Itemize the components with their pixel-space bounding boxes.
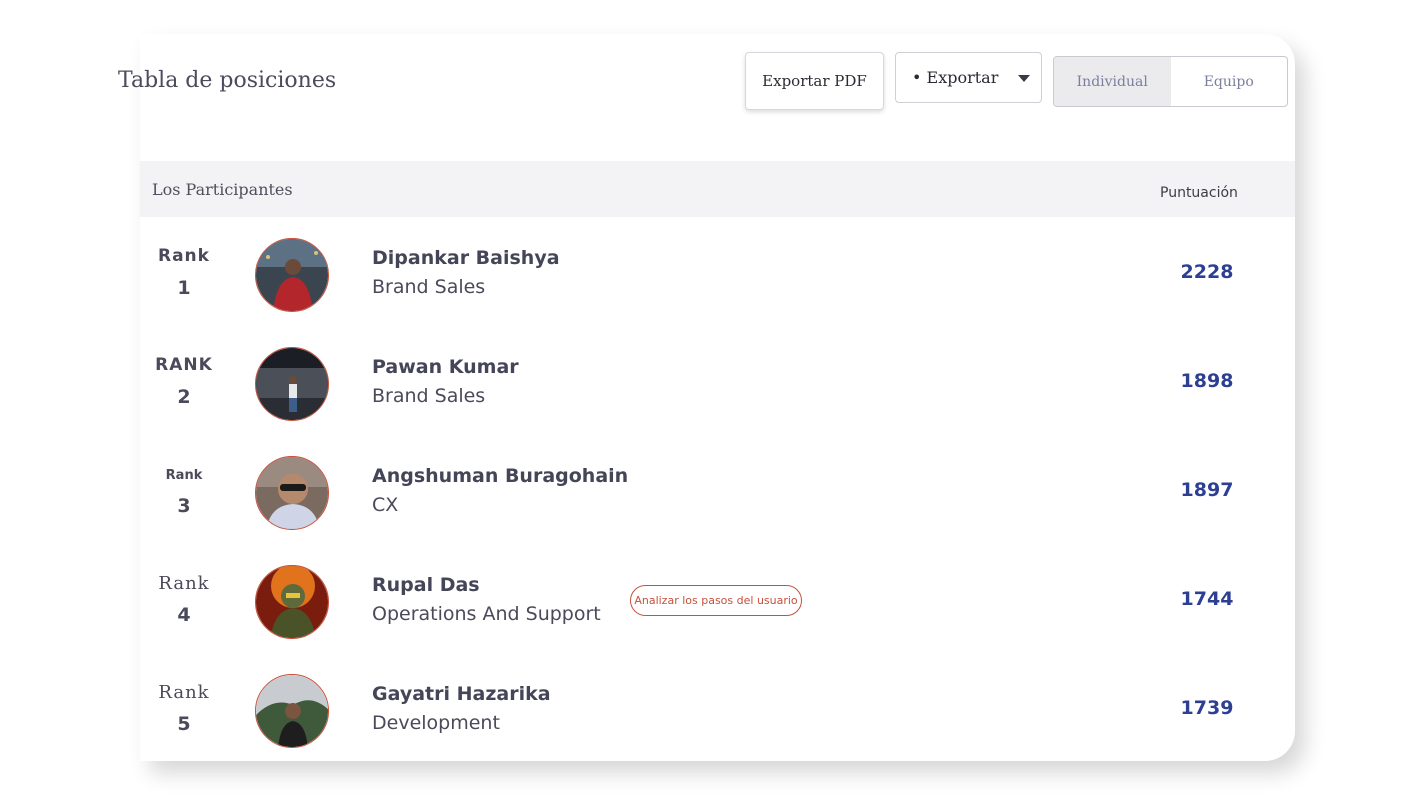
participant-name: Gayatri Hazarika (372, 683, 551, 705)
rank-label: Rank (158, 246, 210, 266)
page-title: Tabla de posiciones (118, 68, 337, 93)
participant-department: Development (372, 712, 500, 734)
participant-department: CX (372, 494, 399, 516)
rank-label: Rank (158, 573, 210, 594)
participant-name: Pawan Kumar (372, 356, 519, 378)
participant-department: Operations And Support (372, 603, 601, 625)
participant-name: Angshuman Buragohain (372, 465, 629, 487)
rank-label: Rank (158, 682, 210, 703)
table-row[interactable]: Rank 4 Rupal Das Operations And Support … (140, 545, 1295, 654)
rank-label: RANK (155, 355, 213, 375)
rank-number: 5 (177, 713, 191, 735)
rank-number: 2 (177, 386, 191, 408)
column-header-score: Puntuación (1160, 185, 1238, 201)
table-row[interactable]: Rank 3 Angshuman Buragohain CX 1897 (140, 436, 1295, 545)
export-select[interactable]: • Exportar (895, 52, 1042, 103)
participant-name: Rupal Das (372, 574, 480, 596)
avatar[interactable] (255, 456, 329, 530)
caret-down-icon (1018, 75, 1030, 82)
rank-number: 4 (177, 604, 191, 626)
avatar[interactable] (255, 674, 329, 748)
participant-name: Dipankar Baishya (372, 247, 560, 269)
participant-department: Brand Sales (372, 385, 486, 407)
avatar[interactable] (255, 347, 329, 421)
participant-score: 2228 (1180, 261, 1234, 283)
participant-department: Brand Sales (372, 276, 486, 298)
avatar[interactable] (255, 238, 329, 312)
analyze-user-steps-button[interactable]: Analizar los pasos del usuario (630, 585, 802, 616)
participant-score: 1898 (1180, 370, 1234, 392)
participant-score: 1897 (1180, 479, 1234, 501)
participant-score: 1744 (1180, 588, 1234, 610)
table-row[interactable]: Rank 1 Dipankar Baishya Brand Sales 2228 (140, 218, 1295, 327)
table-header: Los Participantes Puntuación (140, 161, 1295, 217)
export-pdf-button[interactable]: Exportar PDF (745, 52, 884, 110)
view-toggle: Individual Equipo (1053, 56, 1288, 107)
export-select-value: • Exportar (912, 68, 999, 87)
column-header-participants: Los Participantes (152, 180, 293, 199)
rank-number: 3 (177, 495, 191, 517)
avatar[interactable] (255, 565, 329, 639)
table-row[interactable]: RANK 2 Pawan Kumar Brand Sales 1898 (140, 327, 1295, 436)
rank-label: Rank (165, 468, 203, 483)
rank-number: 1 (177, 277, 191, 299)
toggle-individual[interactable]: Individual (1054, 57, 1171, 106)
table-row[interactable]: Rank 5 Gayatri Hazarika Development 1739 (140, 654, 1295, 763)
participant-score: 1739 (1180, 697, 1234, 719)
toggle-team[interactable]: Equipo (1171, 57, 1288, 106)
